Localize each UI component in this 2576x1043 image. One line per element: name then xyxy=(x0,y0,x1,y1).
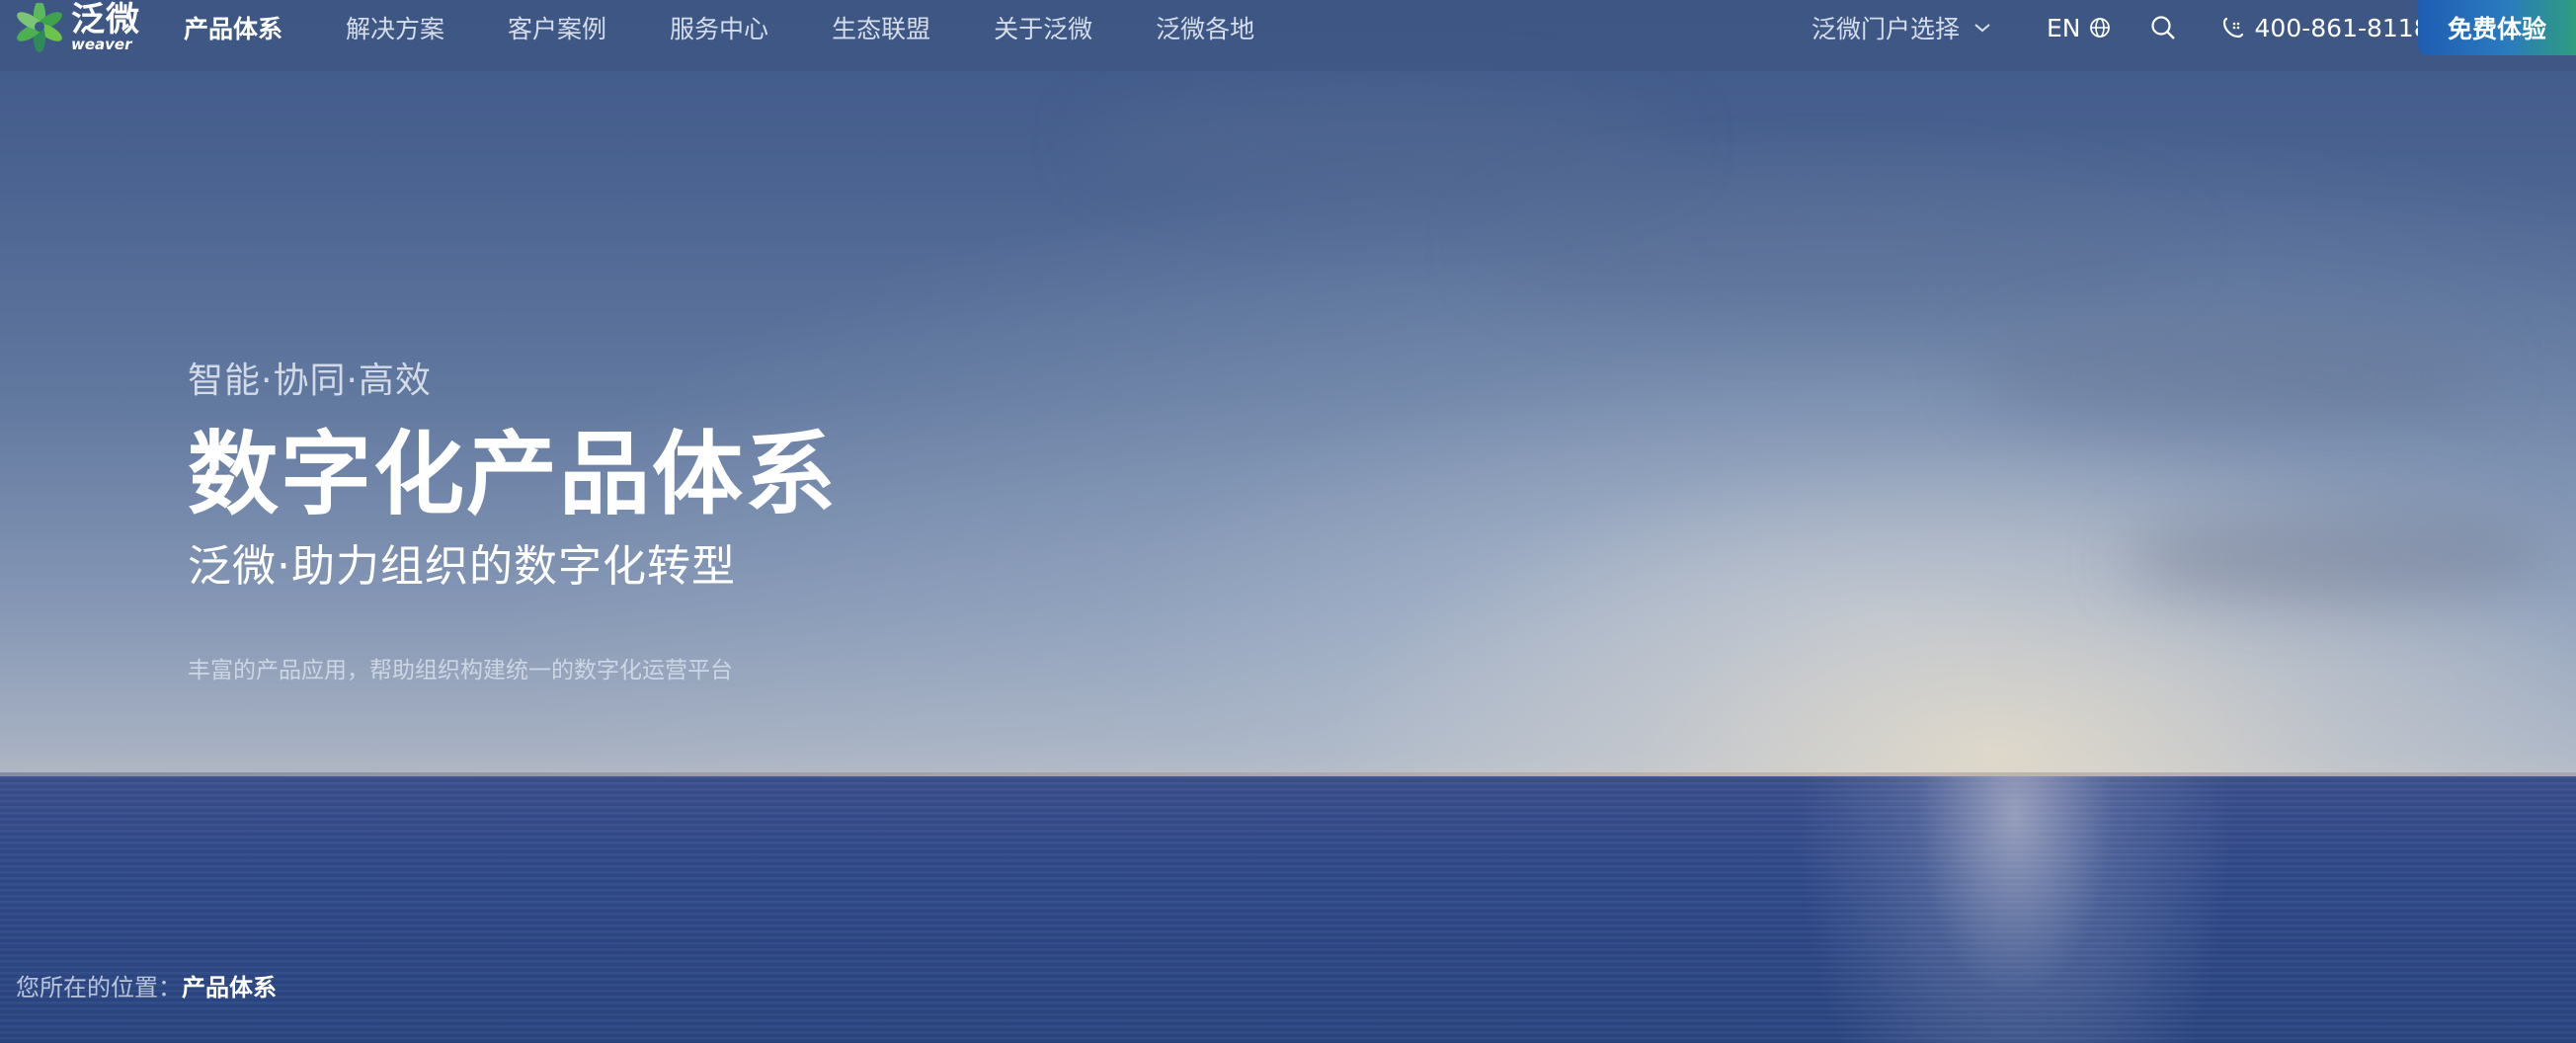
breadcrumb: 您所在的位置： 产品体系 xyxy=(16,968,277,1003)
top-navigation-bar: 泛微 weaver 产品体系 解决方案 客户案例 服务中心 生态联盟 关于泛微 … xyxy=(0,0,2576,71)
chevron-down-icon xyxy=(1974,24,1990,33)
cloud-shape xyxy=(2124,514,2548,602)
nav-item-products[interactable]: 产品体系 xyxy=(184,10,282,45)
phone-icon xyxy=(2222,17,2243,39)
hero-description: 丰富的产品应用，帮助组织构建统一的数字化运营平台 xyxy=(188,658,733,684)
brand-name-cn: 泛微 xyxy=(71,0,140,40)
breadcrumb-current[interactable]: 产品体系 xyxy=(182,968,277,1003)
cloud-shape xyxy=(1975,316,2489,435)
free-trial-button[interactable]: 免费体验 xyxy=(2418,0,2576,55)
search-button[interactable] xyxy=(2150,15,2176,40)
breadcrumb-prefix: 您所在的位置： xyxy=(16,974,182,1002)
search-icon xyxy=(2150,16,2175,40)
main-nav: 产品体系 解决方案 客户案例 服务中心 生态联盟 关于泛微 泛微各地 xyxy=(184,0,1318,55)
hero-section: 智能·协同·高效 数字化产品体系 泛微·助力组织的数字化转型 丰富的产品应用，帮… xyxy=(188,352,838,684)
portal-select-label: 泛微门户选择 xyxy=(1811,15,1961,43)
brand-logo[interactable]: 泛微 weaver xyxy=(14,0,140,55)
brand-name-en: weaver xyxy=(71,36,132,53)
nav-right-group: 泛微门户选择 EN 400-861-8118 xyxy=(1811,0,2430,55)
language-label: EN xyxy=(2047,13,2081,42)
globe-icon xyxy=(2089,18,2110,38)
nav-item-cases[interactable]: 客户案例 xyxy=(508,10,606,45)
phone-number: 400-861-8118 xyxy=(2254,13,2430,42)
hero-subtitle: 泛微·助力组织的数字化转型 xyxy=(188,541,736,593)
portal-select[interactable]: 泛微门户选择 xyxy=(1811,10,1991,45)
hero-tagline: 智能·协同·高效 xyxy=(188,361,432,401)
nav-item-service[interactable]: 服务中心 xyxy=(670,10,768,45)
sea-background xyxy=(0,776,2576,1043)
phone-contact[interactable]: 400-861-8118 xyxy=(2221,14,2430,42)
weaver-logo-icon xyxy=(14,1,67,52)
cloud-shape xyxy=(1482,178,2173,316)
nav-item-solutions[interactable]: 解决方案 xyxy=(346,10,444,45)
nav-item-about[interactable]: 关于泛微 xyxy=(994,10,1092,45)
hero-title: 数字化产品体系 xyxy=(188,422,839,527)
nav-item-locations[interactable]: 泛微各地 xyxy=(1156,10,1254,45)
nav-item-ecosystem[interactable]: 生态联盟 xyxy=(832,10,930,45)
language-switch[interactable]: EN xyxy=(2047,14,2111,42)
cloud-shape xyxy=(1087,89,1679,198)
